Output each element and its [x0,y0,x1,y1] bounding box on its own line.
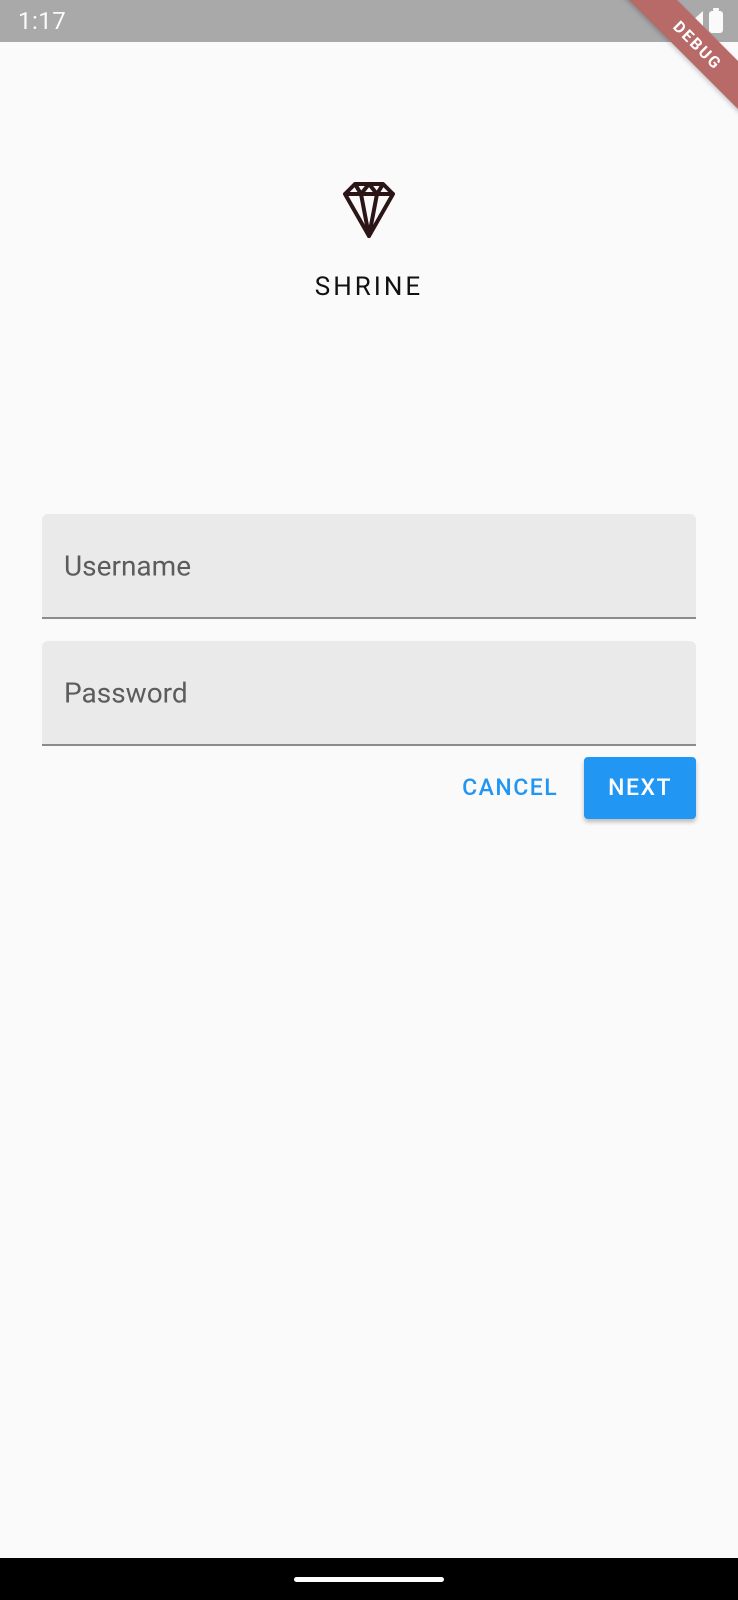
cancel-button[interactable]: CANCEL [450,756,570,819]
logo-block: SHRINE [42,180,696,302]
username-input[interactable] [42,514,696,617]
nav-home-pill[interactable] [294,1577,444,1582]
android-nav-bar[interactable] [0,1558,738,1600]
diamond-icon [339,180,399,240]
next-button[interactable]: NEXT [584,757,696,819]
password-input[interactable] [42,641,696,744]
status-time: 1:17 [18,7,66,35]
status-bar: 1:17 [0,0,738,42]
button-row: CANCEL NEXT [42,756,696,819]
username-field[interactable]: Username [42,514,696,619]
password-field[interactable]: Password [42,641,696,746]
app-title: SHRINE [315,272,423,302]
login-screen: SHRINE Username Password CANCEL NEXT [0,180,738,819]
battery-icon [708,8,724,34]
login-form: Username Password CANCEL NEXT [42,514,696,819]
